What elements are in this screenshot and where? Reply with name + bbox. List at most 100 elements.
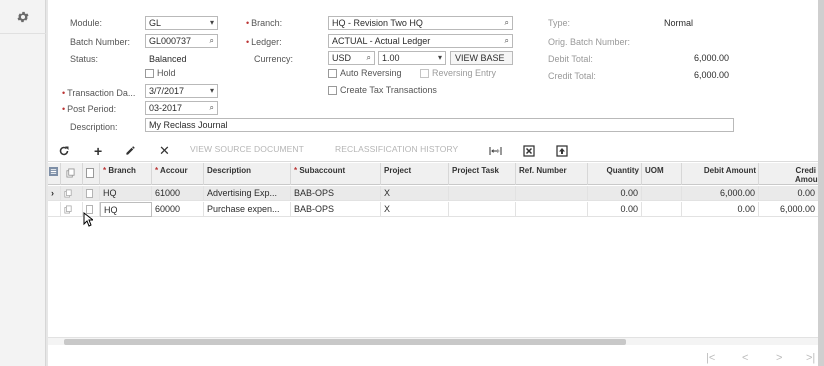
cell-credit-amount[interactable]: 0.00 <box>759 186 818 201</box>
ledger-field[interactable]: ACTUAL - Actual Ledger ⌕ <box>328 34 513 48</box>
module-select[interactable]: GL ▾ <box>145 16 218 30</box>
next-page-icon[interactable]: > <box>776 352 782 364</box>
view-source-document-button[interactable]: VIEW SOURCE DOCUMENT <box>190 144 304 154</box>
export-excel-button[interactable] <box>523 143 535 159</box>
cell-quantity[interactable]: 0.00 <box>588 202 642 217</box>
first-page-icon[interactable]: |< <box>706 352 715 364</box>
add-row-button[interactable]: + <box>94 143 102 159</box>
col-credit-amount[interactable]: Credi Amoun <box>759 163 818 185</box>
col-description-label: Description <box>207 166 252 175</box>
cell-credit-amount[interactable]: 6,000.00 <box>759 202 818 217</box>
grid-header: * Branch * Accour Description * Subaccou… <box>48 163 818 185</box>
col-project-task[interactable]: Project Task <box>449 163 516 185</box>
branch-field[interactable]: HQ - Revision Two HQ ⌕ <box>328 16 513 30</box>
row-indicator <box>48 202 61 217</box>
cell-uom[interactable] <box>642 186 682 201</box>
cell-subaccount[interactable]: BAB-OPS <box>291 202 381 217</box>
col-uom[interactable]: UOM <box>642 163 682 185</box>
grid-toolbar: + ✕ VIEW SOURCE DOCUMENT RECLASSIFICATIO… <box>48 140 818 162</box>
delete-row-button[interactable]: ✕ <box>159 143 170 159</box>
col-debit-amount-label: Debit Amount <box>703 166 756 175</box>
reversing-entry-label: Reversing Entry <box>432 68 497 78</box>
col-ref-number[interactable]: Ref. Number <box>516 163 588 185</box>
cell-branch[interactable]: HQ <box>100 186 152 201</box>
transaction-date-value: 3/7/2017 <box>149 86 185 96</box>
cell-ref-number[interactable] <box>516 186 588 201</box>
cell-account[interactable]: 60000 <box>152 202 204 217</box>
upload-button[interactable] <box>556 143 568 159</box>
cell-ref-number[interactable] <box>516 202 588 217</box>
cell-debit-amount[interactable]: 6,000.00 <box>682 186 759 201</box>
files-icon <box>66 168 75 178</box>
cell-project-task[interactable] <box>449 186 516 201</box>
col-description[interactable]: Description <box>204 163 291 185</box>
left-rail <box>0 0 46 366</box>
edit-row-button[interactable] <box>125 143 136 159</box>
col-quantity-label: Quantity <box>606 166 639 175</box>
currency-rate-field[interactable]: 1.00 ▾ <box>378 51 446 65</box>
type-value: Normal <box>664 18 694 28</box>
fit-columns-button[interactable] <box>489 143 502 159</box>
files-header <box>61 163 83 185</box>
col-project-label: Project <box>384 166 412 175</box>
auto-reversing-checkbox[interactable] <box>328 69 337 78</box>
row-files-icon[interactable] <box>61 186 83 201</box>
col-ref-number-label: Ref. Number <box>519 166 567 175</box>
cell-account[interactable]: 61000 <box>152 186 204 201</box>
ledger-value: ACTUAL - Actual Ledger <box>332 36 431 46</box>
scrollbar-thumb[interactable] <box>64 339 626 345</box>
settings-button[interactable] <box>0 0 46 34</box>
last-page-icon[interactable]: >| <box>806 352 815 364</box>
description-field[interactable]: My Reclass Journal <box>145 118 734 132</box>
col-debit-amount[interactable]: Debit Amount <box>682 163 759 185</box>
hold-checkbox[interactable] <box>145 69 154 78</box>
search-icon: ⌕ <box>504 36 509 45</box>
col-quantity[interactable]: Quantity <box>588 163 642 185</box>
refresh-button[interactable] <box>58 143 70 159</box>
cell-uom[interactable] <box>642 202 682 217</box>
upload-icon <box>556 145 568 157</box>
col-branch[interactable]: * Branch <box>100 163 152 185</box>
post-period-field[interactable]: 03-2017 ⌕ <box>145 101 218 115</box>
cell-subaccount[interactable]: BAB-OPS <box>291 186 381 201</box>
cell-description[interactable]: Purchase expen... <box>204 202 291 217</box>
currency-field[interactable]: USD ⌕ <box>328 51 375 65</box>
cell-debit-amount[interactable]: 0.00 <box>682 202 759 217</box>
pencil-icon <box>126 146 135 155</box>
notes-header <box>83 163 100 185</box>
horizontal-scrollbar[interactable] <box>48 337 818 345</box>
row-files-icon[interactable] <box>61 202 83 217</box>
cell-description[interactable]: Advertising Exp... <box>204 186 291 201</box>
table-row[interactable]: HQ 60000 Purchase expen... BAB-OPS X 0.0… <box>48 202 818 217</box>
cell-project-task[interactable] <box>449 202 516 217</box>
col-project[interactable]: Project <box>381 163 449 185</box>
orig-batch-label: Orig. Batch Number: <box>548 37 631 47</box>
plus-icon: + <box>94 143 103 159</box>
create-tax-checkbox[interactable] <box>328 86 337 95</box>
cell-branch[interactable]: HQ <box>100 202 152 217</box>
col-subaccount[interactable]: * Subaccount <box>291 163 381 185</box>
cell-project[interactable]: X <box>381 186 449 201</box>
create-tax-label: Create Tax Transactions <box>340 85 437 95</box>
row-note-icon[interactable] <box>83 186 100 201</box>
col-account[interactable]: * Accour <box>152 163 204 185</box>
search-icon: ⌕ <box>209 36 214 45</box>
type-label: Type: <box>548 18 571 28</box>
transaction-date-field[interactable]: 3/7/2017 ▾ <box>145 84 218 98</box>
previous-page-icon[interactable]: < <box>742 352 748 364</box>
reclassification-history-button[interactable]: RECLASSIFICATION HISTORY <box>335 144 458 154</box>
credit-total-value: 6,000.00 <box>693 70 729 80</box>
branch-label: Branch: <box>246 18 282 28</box>
ledger-label: Ledger: <box>246 37 282 47</box>
reversing-entry-checkbox <box>420 69 429 78</box>
cell-project[interactable]: X <box>381 202 449 217</box>
col-project-task-label: Project Task <box>452 166 499 175</box>
cell-quantity[interactable]: 0.00 <box>588 186 642 201</box>
table-row[interactable]: › HQ 61000 Advertising Exp... BAB-OPS X … <box>48 186 818 201</box>
list-icon <box>49 167 58 176</box>
batch-number-field[interactable]: GL000737 ⌕ <box>145 34 218 48</box>
view-base-button[interactable]: VIEW BASE <box>450 51 513 65</box>
right-edge <box>818 0 824 366</box>
currency-value: USD <box>332 53 352 63</box>
description-value: My Reclass Journal <box>149 120 228 130</box>
